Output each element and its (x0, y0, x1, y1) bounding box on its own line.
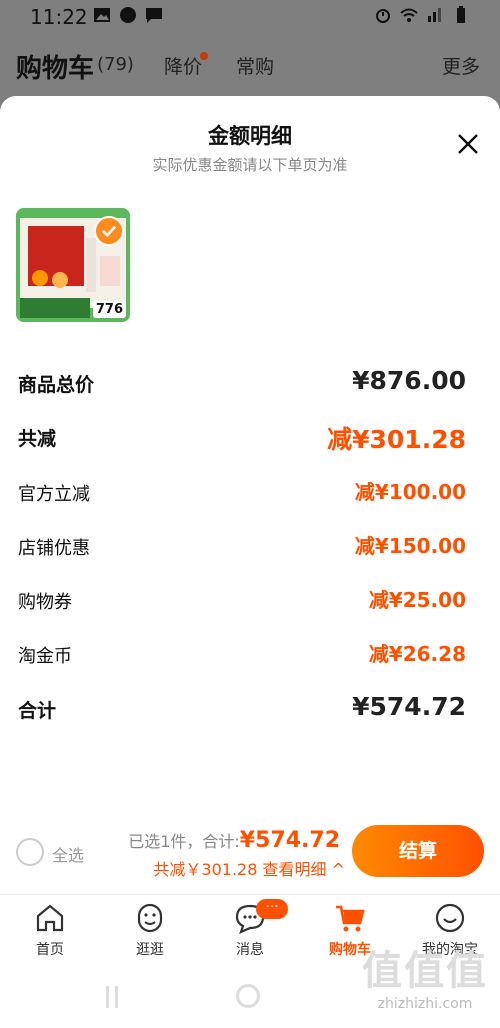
close-icon[interactable] (456, 132, 480, 156)
status-bar: 11:22 (0, 0, 500, 34)
battery-icon (457, 6, 465, 23)
system-icons (374, 6, 470, 24)
watermark: 值值值 zhizhizhi.com (362, 938, 488, 1012)
discount-text: 共减￥301.28 (153, 860, 258, 879)
notification-icons (93, 6, 163, 24)
select-all-label[interactable]: 全选 (52, 842, 84, 866)
tab-messages[interactable]: ··· 消息 (210, 899, 290, 959)
row-value: 减¥26.28 (368, 642, 466, 666)
checkout-bar: 全选 已选1件，合计:¥574.72 共减￥301.28 查看明细 ^ 结算 (0, 818, 500, 890)
watermark-logo: 值值值 (362, 948, 488, 994)
row-label: 淘金币 (18, 646, 72, 667)
tab-label: 逛逛 (136, 942, 164, 958)
browse-icon (137, 903, 163, 933)
app-icon (120, 7, 136, 23)
selected-summary: 已选1件，合计:¥574.72 (128, 828, 340, 853)
tab-home[interactable]: 首页 (10, 901, 90, 959)
cart-count: (79) (97, 54, 134, 75)
message-badge: ··· (256, 899, 288, 919)
home-icon (36, 904, 64, 932)
watermark-site: zhizhizhi.com (377, 996, 473, 1012)
tab-price-drop[interactable]: 降价 (164, 52, 202, 79)
selected-count-text: 已选1件，合计: (128, 832, 240, 851)
tab-label: 消息 (236, 942, 264, 958)
wifi-icon (400, 8, 418, 22)
home-button[interactable] (236, 984, 260, 1008)
signal-icon (428, 8, 441, 22)
thumbnail-price: 776 (92, 301, 126, 318)
tab-frequent[interactable]: 常购 (236, 52, 274, 79)
row-value: 减¥25.00 (368, 588, 466, 612)
alarm-icon (376, 9, 390, 23)
tab-browse[interactable]: 逛逛 (110, 901, 190, 959)
row-label: 购物券 (18, 592, 72, 613)
row-value: 减¥150.00 (354, 534, 466, 558)
chat-icon (146, 8, 162, 23)
status-time: 11:22 (30, 5, 88, 29)
discount-summary[interactable]: 共减￥301.28 查看明细 ^ (153, 856, 345, 880)
tab-label: 首页 (36, 942, 64, 958)
row-value: ¥574.72 (352, 692, 466, 721)
image-icon (94, 8, 110, 22)
row-grand-total: 合计 ¥574.72 (18, 692, 466, 728)
row-total-discount: 共减 减¥301.28 (18, 420, 466, 456)
row-official-discount: 官方立减 减¥100.00 (18, 476, 466, 512)
total-amount: ¥574.72 (239, 828, 340, 853)
row-label: 店铺优惠 (18, 538, 90, 559)
row-coins: 淘金币 减¥26.28 (18, 638, 466, 674)
check-icon (94, 216, 124, 246)
row-coupon: 购物券 减¥25.00 (18, 584, 466, 620)
row-value: 减¥100.00 (354, 480, 466, 504)
profile-icon (435, 903, 465, 933)
row-store-discount: 店铺优惠 减¥150.00 (18, 530, 466, 566)
row-label: 合计 (18, 700, 57, 722)
sheet-title: 金额明细 (208, 124, 292, 148)
view-detail-link[interactable]: 查看明细 ^ (263, 860, 346, 879)
checkout-button[interactable]: 结算 (352, 825, 484, 877)
row-value: 减¥301.28 (327, 425, 466, 454)
tab-notification-dot (200, 52, 208, 60)
more-button[interactable]: 更多 (442, 52, 480, 79)
row-subtotal: 商品总价 ¥876.00 (18, 366, 466, 402)
cart-title: 购物车 (16, 54, 95, 84)
cart-icon (336, 905, 365, 932)
product-thumbnail[interactable]: 776 (16, 208, 130, 322)
sheet-subtitle: 实际优惠金额请以下单页为准 (152, 156, 348, 174)
row-value: ¥876.00 (352, 366, 466, 395)
select-all-checkbox[interactable] (16, 838, 44, 866)
cart-header: 购物车 (79) 降价 常购 更多 (0, 34, 500, 96)
recent-apps-button[interactable] (106, 986, 118, 1008)
row-label: 商品总价 (18, 374, 95, 396)
row-label: 官方立减 (18, 484, 90, 505)
row-label: 共减 (18, 428, 57, 450)
